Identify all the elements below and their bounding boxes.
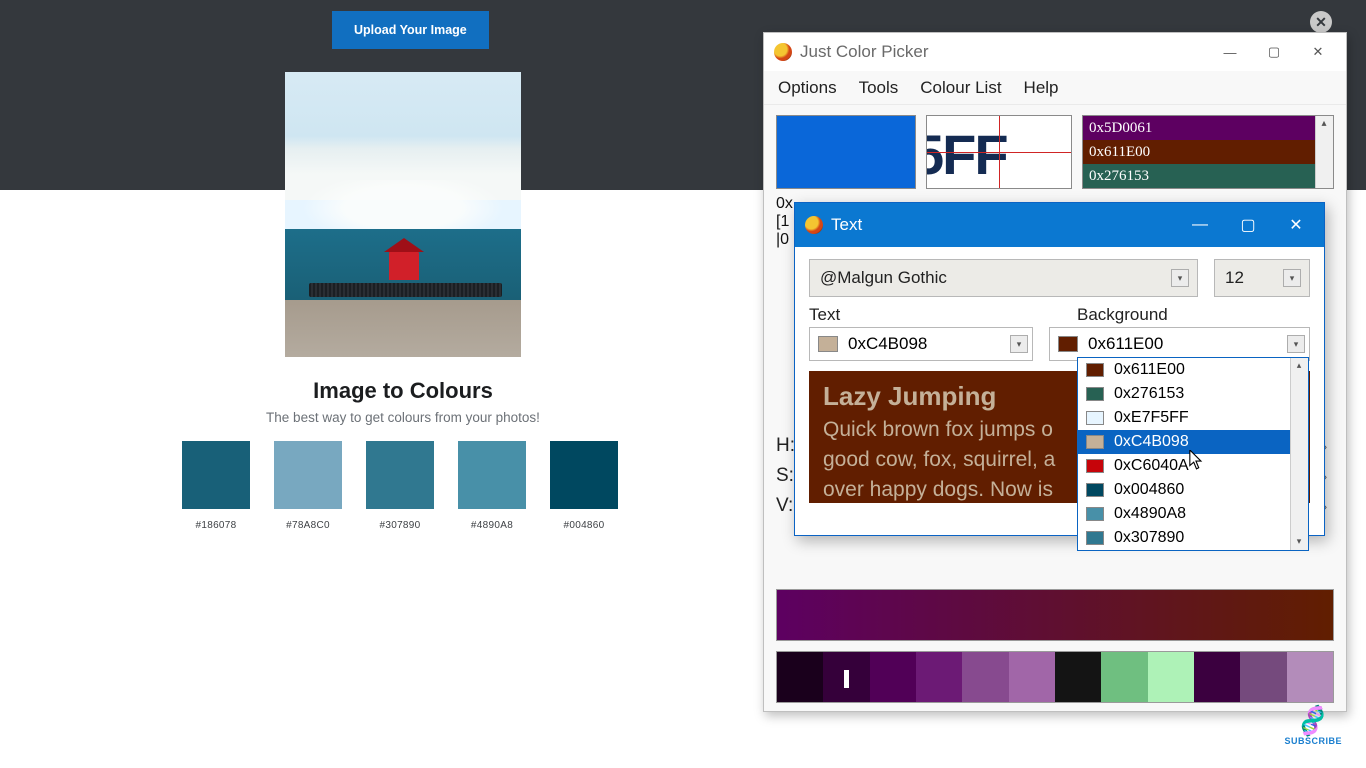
chevron-down-icon: ▾ — [1283, 269, 1301, 287]
background-color-select[interactable]: 0x611E00 ▾ — [1049, 327, 1310, 361]
uploaded-photo — [285, 72, 521, 357]
close-button[interactable]: ✕ — [1272, 203, 1320, 247]
chevron-down-icon: ▾ — [1171, 269, 1189, 287]
history-item[interactable]: 0x276153 — [1083, 164, 1333, 188]
scrollbar[interactable]: ▴ — [1315, 116, 1333, 188]
history-item[interactable]: 0x611E00 — [1083, 140, 1333, 164]
close-button[interactable]: ✕ — [1296, 38, 1340, 66]
hsv-labels: H: S: V: — [776, 431, 795, 521]
minimize-button[interactable]: — — [1208, 38, 1252, 66]
text-tool-window: Text — ▢ ✕ @Malgun Gothic▾ 12▾ Text Back… — [794, 202, 1325, 536]
magnifier-view: 5FF — [926, 115, 1072, 189]
maximize-button[interactable]: ▢ — [1252, 38, 1296, 66]
swatch[interactable]: #78A8C0 — [274, 441, 342, 531]
app-icon — [805, 216, 823, 234]
dropdown-option[interactable]: 0x611E00 — [1078, 358, 1308, 382]
minimize-button[interactable]: — — [1176, 203, 1224, 247]
dropdown-option[interactable]: 0x4890A8 — [1078, 502, 1308, 526]
window-titlebar[interactable]: Text — ▢ ✕ — [795, 203, 1324, 247]
page-title: Image to Colours — [0, 378, 806, 404]
window-title: Just Color Picker — [800, 42, 1208, 62]
shade-bar[interactable] — [776, 651, 1334, 703]
font-select[interactable]: @Malgun Gothic▾ — [809, 259, 1198, 297]
menu-help[interactable]: Help — [1024, 78, 1059, 98]
swatch[interactable]: #4890A8 — [458, 441, 526, 531]
window-title: Text — [831, 215, 862, 235]
page-subtitle: The best way to get colours from your ph… — [0, 410, 806, 425]
palette-swatches: #186078 #78A8C0 #307890 #4890A8 #004860 — [182, 441, 618, 531]
magnifier-text: 5FF — [926, 122, 1007, 187]
dropdown-option[interactable]: 0x307890 — [1078, 526, 1308, 550]
gradient-bar[interactable] — [776, 589, 1334, 641]
menu-colour-list[interactable]: Colour List — [920, 78, 1001, 98]
upload-image-button[interactable]: Upload Your Image — [332, 11, 489, 49]
text-color-select[interactable]: 0xC4B098 ▾ — [809, 327, 1033, 361]
app-icon — [774, 43, 792, 61]
text-color-label: Text — [809, 305, 1061, 325]
dropdown-option[interactable]: 0x004860 — [1078, 478, 1308, 502]
chevron-down-icon: ▾ — [1287, 335, 1305, 353]
background-color-label: Background — [1077, 305, 1310, 325]
swatch[interactable]: #186078 — [182, 441, 250, 531]
history-item[interactable]: 0x5D0061 — [1083, 116, 1333, 140]
mouse-cursor-icon — [1189, 450, 1204, 470]
window-titlebar[interactable]: Just Color Picker — ▢ ✕ — [764, 33, 1346, 71]
font-size-select[interactable]: 12▾ — [1214, 259, 1310, 297]
swatch[interactable]: #004860 — [550, 441, 618, 531]
dropdown-option[interactable]: 0x276153 — [1078, 382, 1308, 406]
dropdown-option[interactable]: 0xE7F5FF — [1078, 406, 1308, 430]
swatch[interactable]: #307890 — [366, 441, 434, 531]
menu-tools[interactable]: Tools — [859, 78, 899, 98]
close-icon[interactable]: ✕ — [1310, 11, 1332, 33]
color-history-list[interactable]: 0x5D0061 0x611E00 0x276153 ▴ — [1082, 115, 1334, 189]
current-color-chip — [776, 115, 916, 189]
scrollbar[interactable]: ▴▾ — [1290, 358, 1308, 550]
menu-options[interactable]: Options — [778, 78, 837, 98]
subscribe-watermark: 🧬 SUBSCRIBE — [1284, 707, 1342, 746]
menu-bar: Options Tools Colour List Help — [764, 71, 1346, 105]
maximize-button[interactable]: ▢ — [1224, 203, 1272, 247]
chevron-down-icon: ▾ — [1010, 335, 1028, 353]
